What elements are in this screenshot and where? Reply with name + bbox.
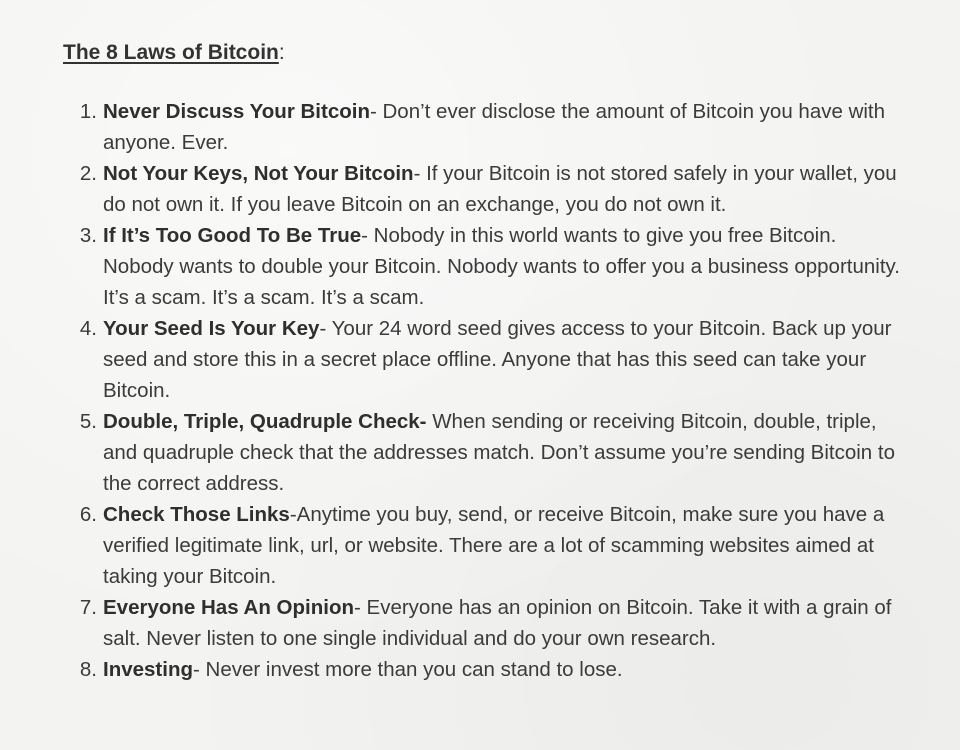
law-title: Not Your Keys, Not Your Bitcoin bbox=[103, 162, 414, 185]
law-item-1: 1. Never Discuss Your Bitcoin- Don’t ever… bbox=[63, 96, 900, 158]
law-title: If It’s Too Good To Be True bbox=[103, 224, 362, 247]
law-item-7: 7. Everyone Has An Opinion- Everyone has … bbox=[63, 592, 900, 654]
law-number: 1. bbox=[79, 100, 97, 123]
law-item-3: 3. If It’s Too Good To Be True- Nobody in… bbox=[63, 220, 900, 313]
law-item-2: 2. Not Your Keys, Not Your Bitcoin- If yo… bbox=[63, 158, 900, 220]
law-title: Everyone Has An Opinion bbox=[103, 596, 354, 619]
law-title: Never Discuss Your Bitcoin bbox=[103, 100, 370, 123]
law-number: 4. bbox=[79, 317, 97, 340]
law-title: Investing bbox=[103, 658, 193, 681]
law-text: - Never invest more than you can stand t… bbox=[193, 658, 623, 681]
document-title-line: The 8 Laws of Bitcoin: bbox=[63, 38, 900, 68]
law-number: 5. bbox=[79, 410, 97, 433]
laws-list: 1. Never Discuss Your Bitcoin- Don’t ever… bbox=[63, 96, 900, 685]
law-number: 8. bbox=[79, 658, 97, 681]
law-item-6: 6. Check Those Links-Anytime you buy, sen… bbox=[63, 499, 900, 592]
law-number: 7. bbox=[79, 596, 97, 619]
document-page: The 8 Laws of Bitcoin: 1. Never Discuss Y… bbox=[0, 0, 960, 750]
law-number: 3. bbox=[79, 224, 97, 247]
law-number: 6. bbox=[79, 503, 97, 526]
law-title: Double, Triple, Quadruple Check- bbox=[103, 410, 427, 433]
title-colon: : bbox=[278, 41, 285, 64]
law-number: 2. bbox=[79, 162, 97, 185]
law-title: Check Those Links bbox=[103, 503, 290, 526]
law-title: Your Seed Is Your Key bbox=[103, 317, 320, 340]
law-item-5: 5. Double, Triple, Quadruple Check- When … bbox=[63, 406, 900, 499]
document-title: The 8 Laws of Bitcoin bbox=[63, 41, 279, 64]
law-item-8: 8. Investing- Never invest more than you … bbox=[63, 654, 900, 685]
law-item-4: 4. Your Seed Is Your Key- Your 24 word se… bbox=[63, 313, 900, 406]
